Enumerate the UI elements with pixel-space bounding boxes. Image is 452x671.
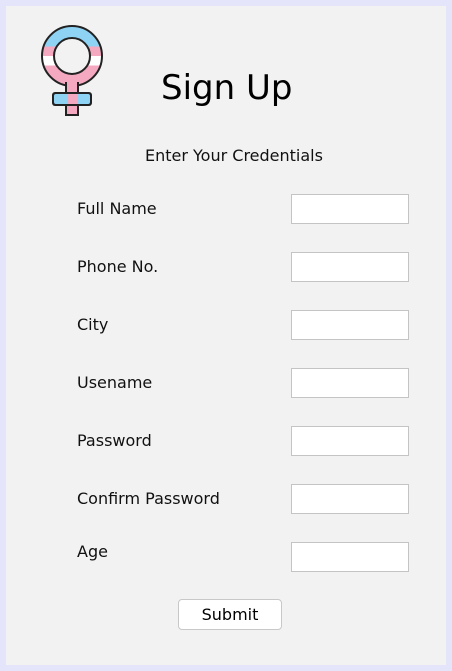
full-name-label: Full Name bbox=[77, 199, 157, 218]
age-label: Age bbox=[77, 542, 108, 561]
full-name-input[interactable] bbox=[291, 194, 409, 224]
page-subtitle: Enter Your Credentials bbox=[145, 146, 323, 165]
phone-label: Phone No. bbox=[77, 257, 159, 276]
password-label: Password bbox=[77, 431, 152, 450]
age-input[interactable] bbox=[291, 542, 409, 572]
confirm-password-input[interactable] bbox=[291, 484, 409, 514]
venus-symbol-icon bbox=[41, 25, 103, 116]
username-input[interactable] bbox=[291, 368, 409, 398]
page-title: Sign Up bbox=[161, 68, 293, 108]
submit-button[interactable]: Submit bbox=[178, 599, 282, 630]
username-label: Usename bbox=[77, 373, 153, 392]
password-input[interactable] bbox=[291, 426, 409, 456]
city-label: City bbox=[77, 315, 109, 334]
city-input[interactable] bbox=[291, 310, 409, 340]
confirm-password-label: Confirm Password bbox=[77, 489, 220, 508]
signup-window: Sign Up Enter Your Credentials Full Name… bbox=[0, 0, 452, 671]
phone-input[interactable] bbox=[291, 252, 409, 282]
